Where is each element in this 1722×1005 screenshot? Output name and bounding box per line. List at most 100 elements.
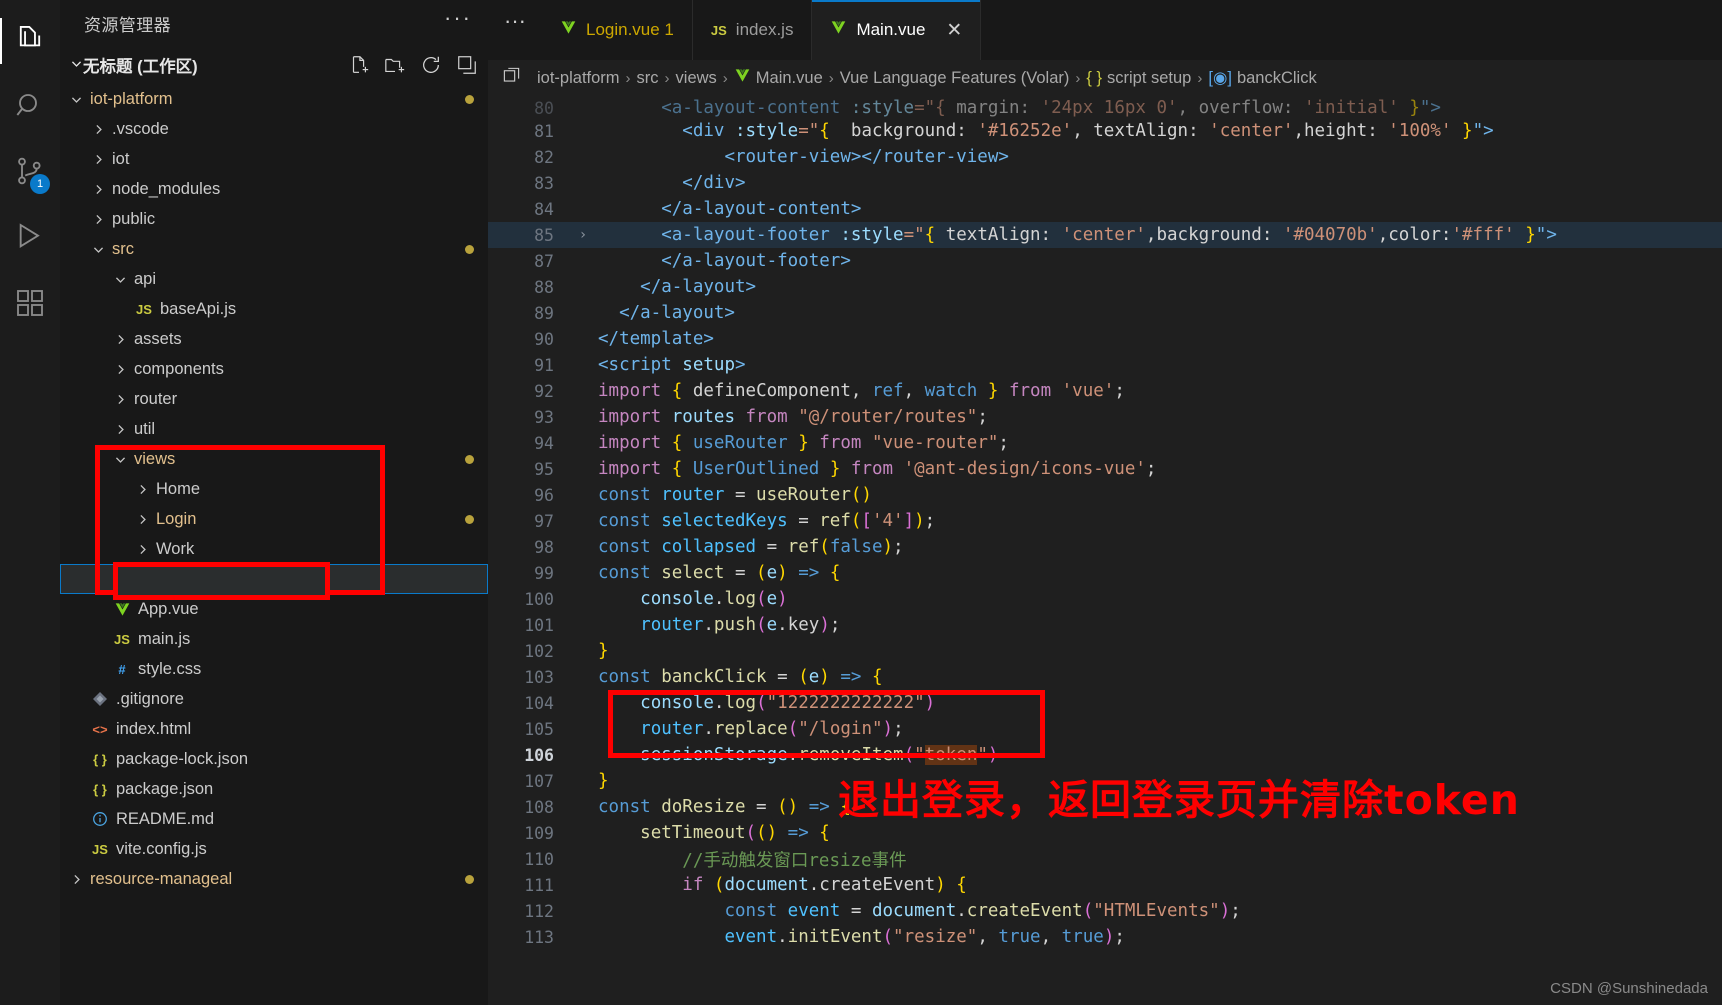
code-token: } (829, 459, 841, 479)
tree-folder-components[interactable]: components (60, 354, 488, 384)
code-token: :style (724, 121, 799, 141)
activity-item-extensions[interactable] (0, 272, 60, 338)
code-line[interactable]: 103 const banckClick = (e) => { (488, 664, 1722, 690)
code-line[interactable]: 101 router.push(e.key); (488, 612, 1722, 638)
code-line[interactable]: 80 <a-layout-content :style="{ margin: '… (488, 96, 1722, 118)
close-icon[interactable]: ✕ (946, 19, 962, 42)
modified-indicator (465, 95, 474, 104)
code-line[interactable]: 84 </a-layout-content> (488, 196, 1722, 222)
tree-folder-util[interactable]: util (60, 414, 488, 444)
code-line[interactable]: 102} (488, 638, 1722, 664)
tree-folder-iot-platform[interactable]: iot-platform (60, 84, 488, 114)
code-line[interactable]: 97 const selectedKeys = ref(['4']); (488, 508, 1722, 534)
refresh-icon[interactable] (418, 53, 444, 77)
tree-folder-login[interactable]: Login (60, 504, 488, 534)
tree-file-app-vue[interactable]: App.vue (60, 594, 488, 624)
new-folder-icon[interactable] (382, 53, 408, 77)
tree-folder-assets[interactable]: assets (60, 324, 488, 354)
tree-file-index-html[interactable]: <> index.html (60, 714, 488, 744)
css-file-icon: # (118, 661, 126, 677)
code-line[interactable]: 94 import { useRouter } from "vue-router"… (488, 430, 1722, 456)
editor-tab-login-vue-1[interactable]: Login.vue 1 (541, 0, 693, 60)
activity-item-explorer[interactable] (0, 8, 60, 74)
tree-folder-router[interactable]: router (60, 384, 488, 414)
fold-indicator-icon[interactable]: › (572, 227, 594, 243)
code-token: => (829, 667, 872, 687)
tree-folder-views[interactable]: views (60, 444, 488, 474)
code-line[interactable]: 95 import { UserOutlined } from '@ant-des… (488, 456, 1722, 482)
code-line[interactable]: 96 const router = useRouter() (488, 482, 1722, 508)
code-line[interactable]: 90 </template> (488, 326, 1722, 352)
tree-folder-home[interactable]: Home (60, 474, 488, 504)
editor-tab-main-vue[interactable]: Main.vue ✕ (812, 0, 982, 60)
code-token: '4' (871, 511, 904, 531)
tree-folder-work[interactable]: Work (60, 534, 488, 564)
code-line[interactable]: 110 //手动触发窗口resize事件 (488, 846, 1722, 872)
code-line[interactable]: 104 console.log("1222222222222") (488, 690, 1722, 716)
code-line[interactable]: 92 import { defineComponent, ref, watch }… (488, 378, 1722, 404)
code-line[interactable]: 82 <router-view></router-view> (488, 144, 1722, 170)
chevron-right-icon (110, 363, 130, 376)
breadcrumb-item[interactable]: Main.vue (734, 68, 823, 88)
activity-item-source-control[interactable]: 1 (0, 140, 60, 206)
code-line[interactable]: 85 › <a-layout-footer :style="{ textAlign… (488, 222, 1722, 248)
new-file-icon[interactable] (346, 53, 372, 77)
tree-file-main-vue[interactable]: Main.vue (60, 564, 488, 594)
activity-item-run-and-debug[interactable] (0, 206, 60, 272)
editor-tab-index-js[interactable]: JS index.js (692, 0, 813, 60)
breadcrumb-item[interactable]: Vue Language Features (Volar) (840, 69, 1070, 88)
breadcrumb-item[interactable]: src (637, 69, 659, 88)
activity-item-search[interactable] (0, 74, 60, 140)
code-line[interactable]: 91 <script setup> (488, 352, 1722, 378)
code-text: import { defineComponent, ref, watch } f… (594, 381, 1125, 401)
collapse-all-icon[interactable] (454, 53, 480, 77)
code-line[interactable]: 81 <div :style="{ background: '#16252e',… (488, 118, 1722, 144)
code-token: if (682, 875, 714, 895)
tree-folder-node-modules[interactable]: node_modules (60, 174, 488, 204)
tree-folder-public[interactable]: public (60, 204, 488, 234)
code-line[interactable]: 89 </a-layout> (488, 300, 1722, 326)
tree-folder-api[interactable]: api (60, 264, 488, 294)
explorer-more-actions-icon[interactable]: ··· (444, 7, 472, 33)
code-line[interactable]: 105 router.replace("/login"); (488, 716, 1722, 742)
tree-file-main-js[interactable]: JS main.js (60, 624, 488, 654)
code-line[interactable]: 93 import routes from "@/router/routes"; (488, 404, 1722, 430)
tree-file-style-css[interactable]: # style.css (60, 654, 488, 684)
code-line[interactable]: 112 const event = document.createEvent("… (488, 898, 1722, 924)
code-token: const (724, 901, 788, 921)
code-line[interactable]: 98 const collapsed = ref(false); (488, 534, 1722, 560)
tree-file-readme-md[interactable]: README.md (60, 804, 488, 834)
tree-folder-resource-manageal[interactable]: resource-manageal (60, 864, 488, 894)
namespace-icon: { } (1086, 68, 1102, 87)
tree-file-baseapi-js[interactable]: JS baseApi.js (60, 294, 488, 324)
code-line[interactable]: 88 </a-layout> (488, 274, 1722, 300)
tree-folder-src[interactable]: src (60, 234, 488, 264)
code-line[interactable]: 111 if (document.createEvent) { (488, 872, 1722, 898)
tabs-overflow-icon[interactable]: ··· (488, 0, 542, 60)
tree-folder--vscode[interactable]: .vscode (60, 114, 488, 144)
code-line[interactable]: 113 event.initEvent("resize", true, true… (488, 924, 1722, 950)
code-line[interactable]: 99 const select = (e) => { (488, 560, 1722, 586)
code-line[interactable]: 106 sessionStorage.removeItem("token") (488, 742, 1722, 768)
breadcrumb-item[interactable]: [◉] banckClick (1208, 68, 1316, 88)
code-editor[interactable]: 80 <a-layout-content :style="{ margin: '… (488, 96, 1722, 1005)
tree-file-package-lock-json[interactable]: { } package-lock.json (60, 744, 488, 774)
breadcrumb-item[interactable]: iot-platform (537, 69, 620, 88)
code-line[interactable]: 87 </a-layout-footer> (488, 248, 1722, 274)
tree-folder-iot[interactable]: iot (60, 144, 488, 174)
code-line[interactable]: 83 </div> (488, 170, 1722, 196)
code-token: </a-layout> (619, 303, 735, 323)
workspace-root-row[interactable]: 无标题 (工作区) (60, 46, 488, 84)
code-token: '@ant-design/icons-vue' (903, 459, 1146, 479)
breadcrumb-item[interactable]: { } script setup (1086, 69, 1191, 88)
breadcrumb-item[interactable]: views (676, 69, 717, 88)
tree-file--gitignore[interactable]: .gitignore (60, 684, 488, 714)
explorer-title-bar: 资源管理器 ··· (60, 0, 488, 46)
tree-file-vite-config-js[interactable]: JS vite.config.js (60, 834, 488, 864)
tree-file-package-json[interactable]: { } package.json (60, 774, 488, 804)
code-token: 'center' (1209, 121, 1294, 141)
code-line[interactable]: 100 console.log(e) (488, 586, 1722, 612)
split-editor-icon[interactable] (502, 66, 521, 90)
